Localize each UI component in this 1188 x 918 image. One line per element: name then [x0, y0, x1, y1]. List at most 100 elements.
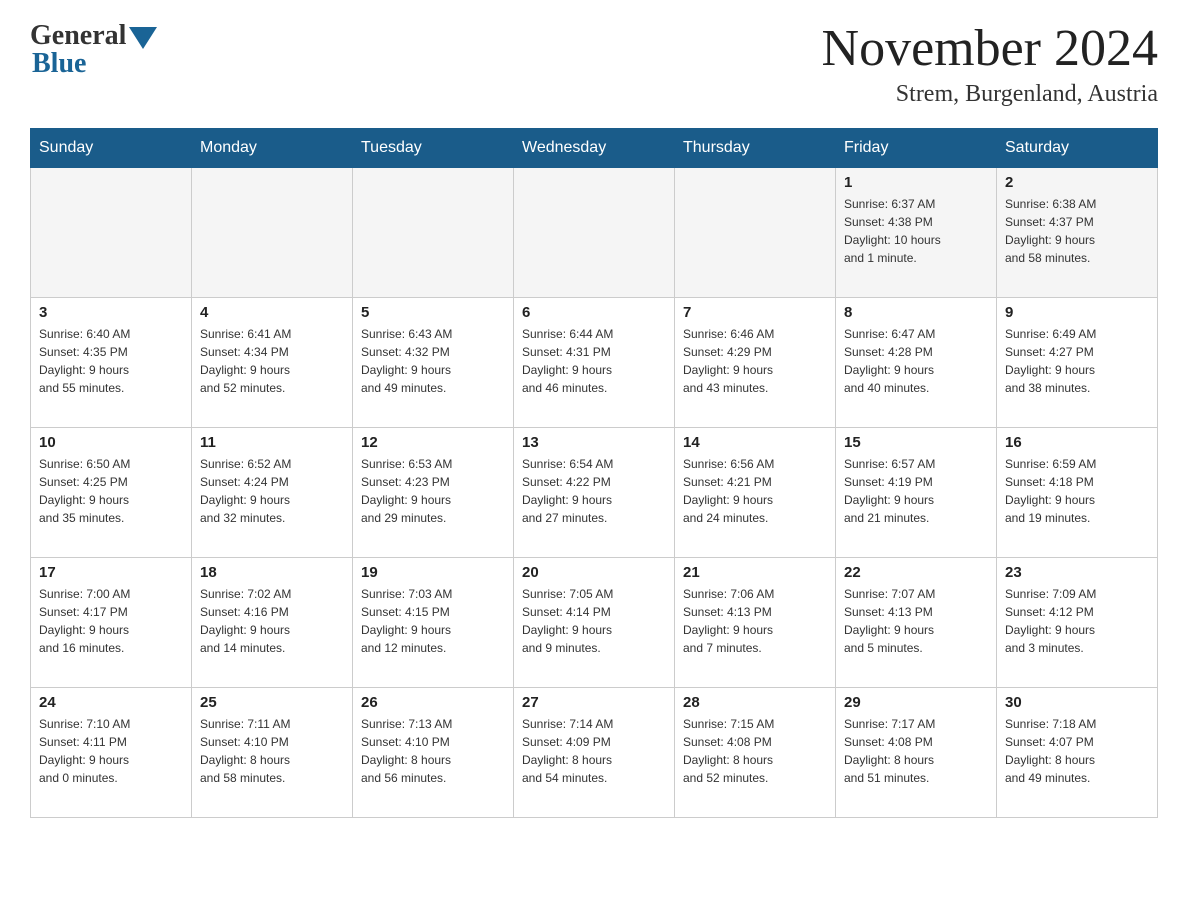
day-info: Sunrise: 7:11 AM Sunset: 4:10 PM Dayligh… — [200, 715, 344, 787]
days-header-row: SundayMondayTuesdayWednesdayThursdayFrid… — [31, 129, 1158, 168]
calendar-cell: 27 Sunrise: 7:14 AM Sunset: 4:09 PM Dayli… — [514, 688, 675, 818]
calendar-cell: 25 Sunrise: 7:11 AM Sunset: 4:10 PM Dayli… — [192, 688, 353, 818]
calendar-cell: 19 Sunrise: 7:03 AM Sunset: 4:15 PM Dayli… — [353, 558, 514, 688]
day-number: 13 — [522, 434, 666, 451]
week-row-4: 17 Sunrise: 7:00 AM Sunset: 4:17 PM Dayli… — [31, 558, 1158, 688]
day-number: 20 — [522, 564, 666, 581]
day-number: 21 — [683, 564, 827, 581]
calendar-cell: 18 Sunrise: 7:02 AM Sunset: 4:16 PM Dayli… — [192, 558, 353, 688]
calendar-cell: 3 Sunrise: 6:40 AM Sunset: 4:35 PM Daylig… — [31, 298, 192, 428]
day-header-wednesday: Wednesday — [514, 129, 675, 168]
calendar-table: SundayMondayTuesdayWednesdayThursdayFrid… — [30, 128, 1158, 818]
week-row-3: 10Sunrise: 6:50 AM Sunset: 4:25 PM Dayli… — [31, 428, 1158, 558]
day-number: 12 — [361, 434, 505, 451]
calendar-cell: 4 Sunrise: 6:41 AM Sunset: 4:34 PM Daylig… — [192, 298, 353, 428]
calendar-cell: 21 Sunrise: 7:06 AM Sunset: 4:13 PM Dayli… — [675, 558, 836, 688]
day-number: 6 — [522, 304, 666, 321]
day-header-friday: Friday — [836, 129, 997, 168]
day-number: 28 — [683, 694, 827, 711]
calendar-cell: 9 Sunrise: 6:49 AM Sunset: 4:27 PM Daylig… — [997, 298, 1158, 428]
day-info: Sunrise: 6:50 AM Sunset: 4:25 PM Dayligh… — [39, 455, 183, 527]
day-number: 5 — [361, 304, 505, 321]
day-info: Sunrise: 7:02 AM Sunset: 4:16 PM Dayligh… — [200, 585, 344, 657]
day-info: Sunrise: 7:09 AM Sunset: 4:12 PM Dayligh… — [1005, 585, 1149, 657]
day-number: 3 — [39, 304, 183, 321]
calendar-cell: 28 Sunrise: 7:15 AM Sunset: 4:08 PM Dayli… — [675, 688, 836, 818]
calendar-cell: 20 Sunrise: 7:05 AM Sunset: 4:14 PM Dayli… — [514, 558, 675, 688]
calendar-cell: 8 Sunrise: 6:47 AM Sunset: 4:28 PM Daylig… — [836, 298, 997, 428]
day-info: Sunrise: 6:41 AM Sunset: 4:34 PM Dayligh… — [200, 325, 344, 397]
day-info: Sunrise: 6:56 AM Sunset: 4:21 PM Dayligh… — [683, 455, 827, 527]
day-info: Sunrise: 7:13 AM Sunset: 4:10 PM Dayligh… — [361, 715, 505, 787]
day-number: 23 — [1005, 564, 1149, 581]
calendar-cell: 17 Sunrise: 7:00 AM Sunset: 4:17 PM Dayli… — [31, 558, 192, 688]
calendar-cell: 24 Sunrise: 7:10 AM Sunset: 4:11 PM Dayli… — [31, 688, 192, 818]
day-info: Sunrise: 6:59 AM Sunset: 4:18 PM Dayligh… — [1005, 455, 1149, 527]
calendar-cell — [353, 168, 514, 298]
day-number: 25 — [200, 694, 344, 711]
day-info: Sunrise: 6:57 AM Sunset: 4:19 PM Dayligh… — [844, 455, 988, 527]
calendar-cell — [514, 168, 675, 298]
day-number: 2 — [1005, 174, 1149, 191]
day-info: Sunrise: 7:14 AM Sunset: 4:09 PM Dayligh… — [522, 715, 666, 787]
logo-triangle-icon — [129, 27, 157, 49]
header: General Blue November 2024 Strem, Burgen… — [30, 20, 1158, 108]
day-number: 15 — [844, 434, 988, 451]
day-number: 17 — [39, 564, 183, 581]
calendar-cell: 12Sunrise: 6:53 AM Sunset: 4:23 PM Dayli… — [353, 428, 514, 558]
day-number: 4 — [200, 304, 344, 321]
day-number: 16 — [1005, 434, 1149, 451]
calendar-cell — [192, 168, 353, 298]
day-header-thursday: Thursday — [675, 129, 836, 168]
day-number: 8 — [844, 304, 988, 321]
day-info: Sunrise: 6:47 AM Sunset: 4:28 PM Dayligh… — [844, 325, 988, 397]
day-number: 30 — [1005, 694, 1149, 711]
day-info: Sunrise: 7:00 AM Sunset: 4:17 PM Dayligh… — [39, 585, 183, 657]
calendar-cell: 26Sunrise: 7:13 AM Sunset: 4:10 PM Dayli… — [353, 688, 514, 818]
calendar-cell: 15 Sunrise: 6:57 AM Sunset: 4:19 PM Dayli… — [836, 428, 997, 558]
title-area: November 2024 Strem, Burgenland, Austria — [822, 20, 1158, 108]
day-info: Sunrise: 6:37 AM Sunset: 4:38 PM Dayligh… — [844, 195, 988, 267]
calendar-cell: 14Sunrise: 6:56 AM Sunset: 4:21 PM Dayli… — [675, 428, 836, 558]
week-row-5: 24 Sunrise: 7:10 AM Sunset: 4:11 PM Dayli… — [31, 688, 1158, 818]
day-info: Sunrise: 7:05 AM Sunset: 4:14 PM Dayligh… — [522, 585, 666, 657]
logo: General Blue — [30, 20, 157, 80]
location-title: Strem, Burgenland, Austria — [822, 81, 1158, 108]
day-info: Sunrise: 7:07 AM Sunset: 4:13 PM Dayligh… — [844, 585, 988, 657]
day-number: 24 — [39, 694, 183, 711]
calendar-cell: 11Sunrise: 6:52 AM Sunset: 4:24 PM Dayli… — [192, 428, 353, 558]
week-row-1: 1 Sunrise: 6:37 AM Sunset: 4:38 PM Daylig… — [31, 168, 1158, 298]
calendar-cell: 23 Sunrise: 7:09 AM Sunset: 4:12 PM Dayli… — [997, 558, 1158, 688]
calendar-cell: 1 Sunrise: 6:37 AM Sunset: 4:38 PM Daylig… — [836, 168, 997, 298]
calendar-cell: 10Sunrise: 6:50 AM Sunset: 4:25 PM Dayli… — [31, 428, 192, 558]
calendar-cell — [675, 168, 836, 298]
day-number: 27 — [522, 694, 666, 711]
day-info: Sunrise: 7:06 AM Sunset: 4:13 PM Dayligh… — [683, 585, 827, 657]
day-number: 1 — [844, 174, 988, 191]
day-info: Sunrise: 6:44 AM Sunset: 4:31 PM Dayligh… — [522, 325, 666, 397]
day-info: Sunrise: 7:03 AM Sunset: 4:15 PM Dayligh… — [361, 585, 505, 657]
week-row-2: 3 Sunrise: 6:40 AM Sunset: 4:35 PM Daylig… — [31, 298, 1158, 428]
day-number: 18 — [200, 564, 344, 581]
calendar-cell: 5Sunrise: 6:43 AM Sunset: 4:32 PM Daylig… — [353, 298, 514, 428]
day-info: Sunrise: 7:15 AM Sunset: 4:08 PM Dayligh… — [683, 715, 827, 787]
day-number: 11 — [200, 434, 344, 451]
day-number: 9 — [1005, 304, 1149, 321]
calendar-cell: 22 Sunrise: 7:07 AM Sunset: 4:13 PM Dayli… — [836, 558, 997, 688]
month-title: November 2024 — [822, 20, 1158, 77]
day-info: Sunrise: 7:18 AM Sunset: 4:07 PM Dayligh… — [1005, 715, 1149, 787]
day-header-monday: Monday — [192, 129, 353, 168]
day-number: 22 — [844, 564, 988, 581]
logo-blue-text: Blue — [32, 48, 86, 80]
day-header-sunday: Sunday — [31, 129, 192, 168]
day-number: 19 — [361, 564, 505, 581]
day-info: Sunrise: 6:40 AM Sunset: 4:35 PM Dayligh… — [39, 325, 183, 397]
calendar-cell: 6 Sunrise: 6:44 AM Sunset: 4:31 PM Daylig… — [514, 298, 675, 428]
day-info: Sunrise: 6:46 AM Sunset: 4:29 PM Dayligh… — [683, 325, 827, 397]
day-info: Sunrise: 7:10 AM Sunset: 4:11 PM Dayligh… — [39, 715, 183, 787]
day-info: Sunrise: 6:49 AM Sunset: 4:27 PM Dayligh… — [1005, 325, 1149, 397]
calendar-cell: 2Sunrise: 6:38 AM Sunset: 4:37 PM Daylig… — [997, 168, 1158, 298]
calendar-cell — [31, 168, 192, 298]
calendar-cell: 13Sunrise: 6:54 AM Sunset: 4:22 PM Dayli… — [514, 428, 675, 558]
day-info: Sunrise: 7:17 AM Sunset: 4:08 PM Dayligh… — [844, 715, 988, 787]
